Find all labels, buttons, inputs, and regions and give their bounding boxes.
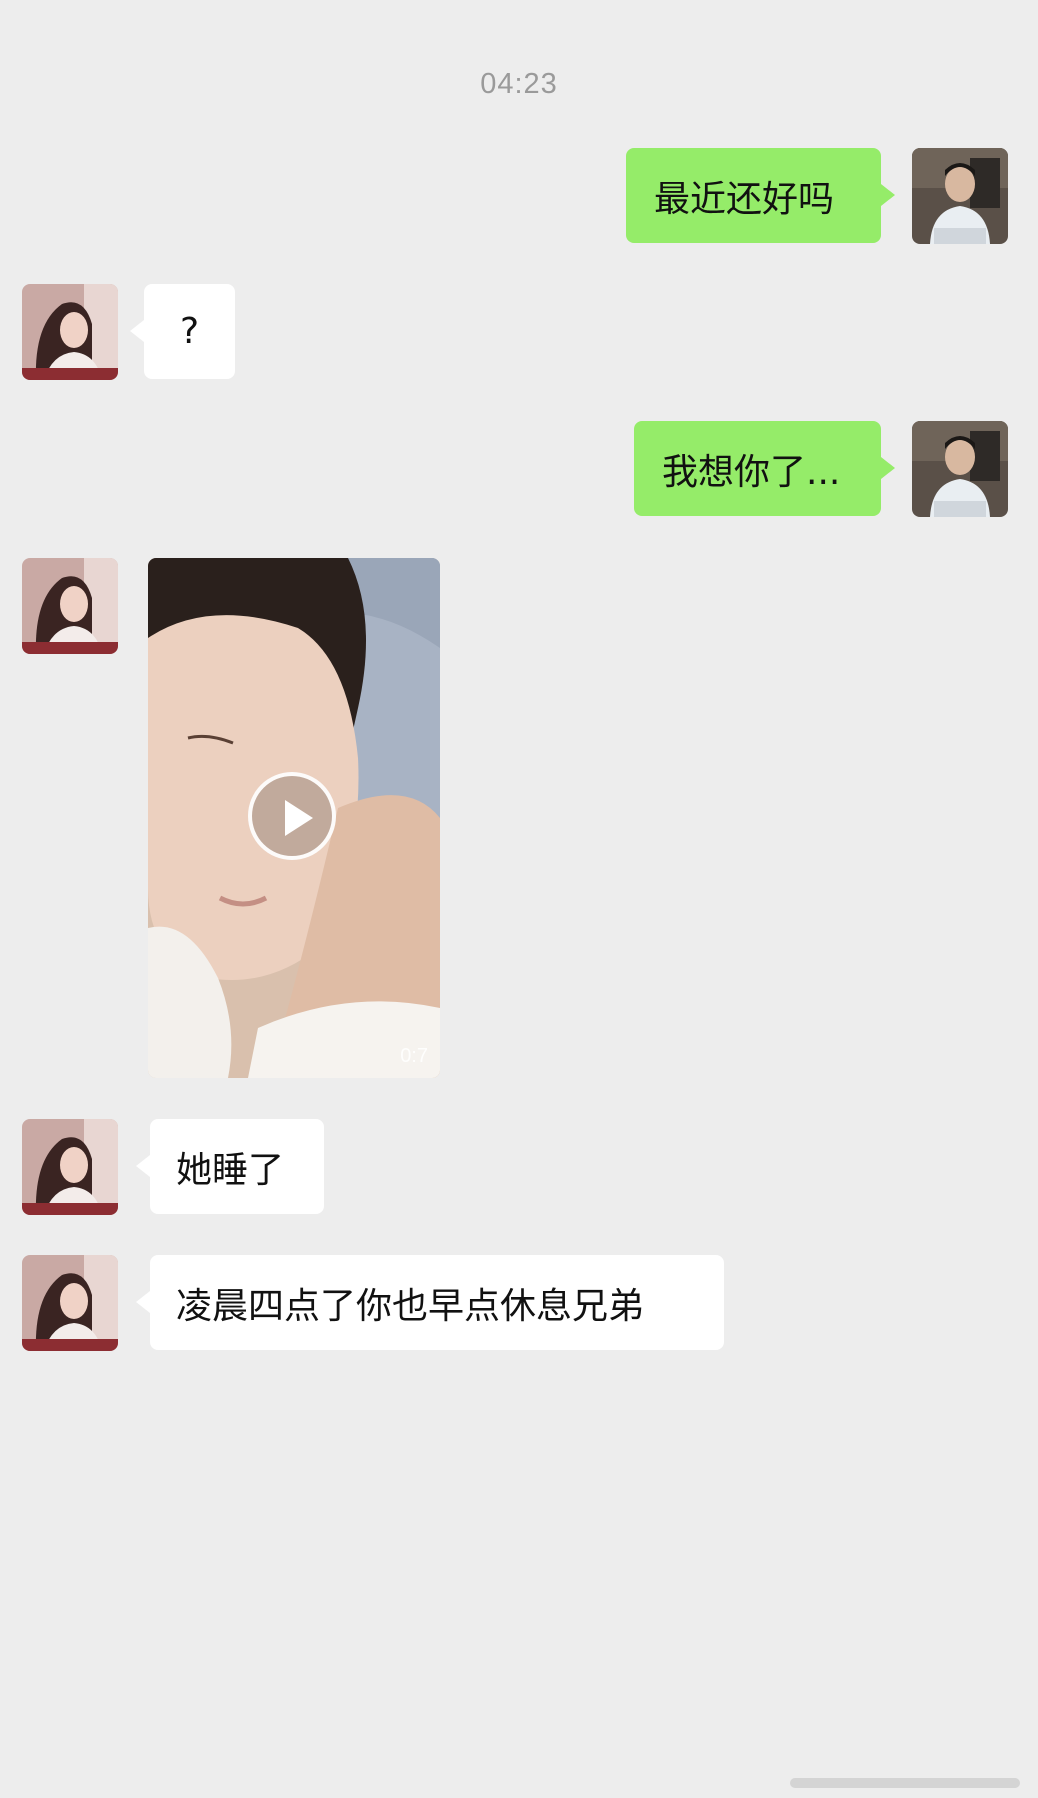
- message-bubble-incoming[interactable]: ?: [130, 284, 235, 379]
- contact-avatar[interactable]: [22, 558, 118, 654]
- my-avatar[interactable]: [912, 421, 1008, 517]
- message-text: 我想你了...: [662, 451, 841, 493]
- message-bubble-incoming[interactable]: 她睡了: [136, 1119, 324, 1214]
- message-bubble-outgoing[interactable]: 我想你了...: [634, 421, 895, 516]
- message-bubble-outgoing[interactable]: 最近还好吗: [626, 148, 895, 243]
- chat-timestamp: 04:23: [480, 68, 558, 100]
- home-indicator[interactable]: [790, 1778, 1020, 1788]
- contact-avatar[interactable]: [22, 284, 118, 380]
- my-avatar[interactable]: [912, 148, 1008, 244]
- video-duration: 0:7: [400, 1045, 428, 1067]
- message-text: 她睡了: [176, 1149, 285, 1191]
- play-icon[interactable]: [248, 772, 336, 860]
- message-text: 最近还好吗: [654, 178, 835, 220]
- message-text: 凌晨四点了你也早点休息兄弟: [176, 1285, 645, 1327]
- contact-avatar[interactable]: [22, 1255, 118, 1351]
- message-text: ?: [179, 311, 200, 352]
- message-bubble-incoming[interactable]: 凌晨四点了你也早点休息兄弟: [136, 1255, 724, 1350]
- contact-avatar[interactable]: [22, 1119, 118, 1215]
- video-message[interactable]: 0:7: [148, 558, 440, 1078]
